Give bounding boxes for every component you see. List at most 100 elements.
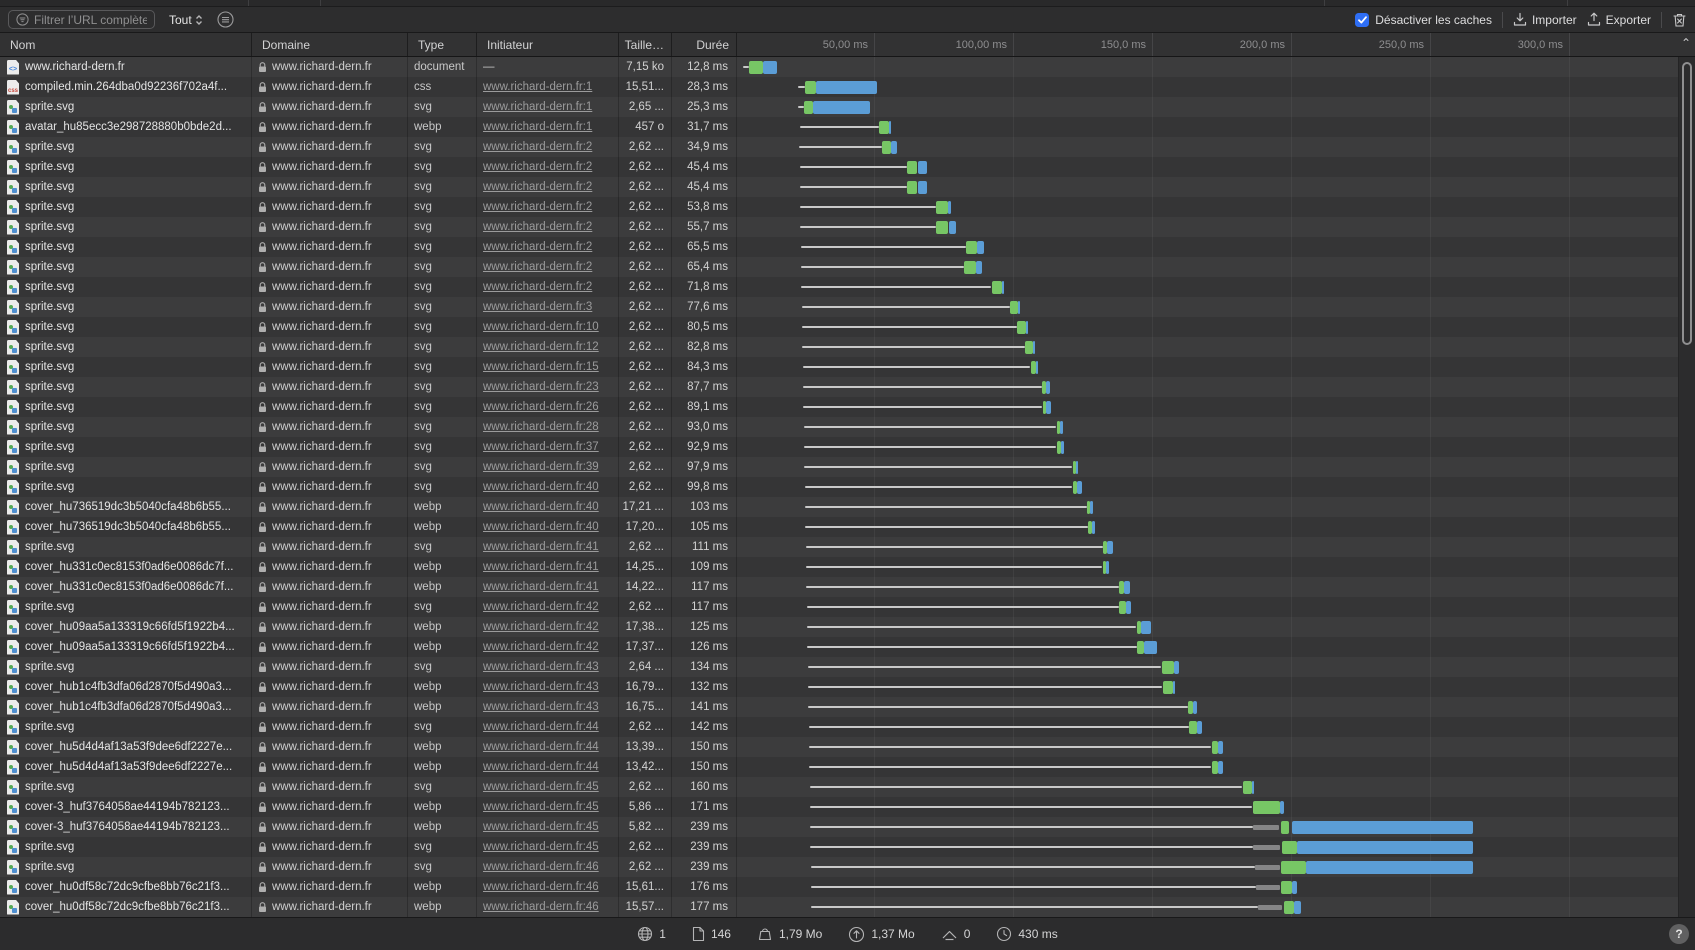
network-request-row[interactable]: sprite.svgwww.richard-dern.frsvgwww.rich… [0, 137, 1695, 157]
network-request-row[interactable]: sprite.svgwww.richard-dern.frsvgwww.rich… [0, 177, 1695, 197]
column-header-domain[interactable]: Domaine [252, 33, 408, 56]
network-request-row[interactable]: sprite.svgwww.richard-dern.frsvgwww.rich… [0, 397, 1695, 417]
initiator-link[interactable]: www.richard-dern.fr:2 [483, 141, 592, 153]
network-request-row[interactable]: sprite.svgwww.richard-dern.frsvgwww.rich… [0, 377, 1695, 397]
initiator-link[interactable]: www.richard-dern.fr:46 [483, 861, 599, 873]
network-request-row[interactable]: cover_hu331c0ec8153f0ad6e0086dc7f...www.… [0, 557, 1695, 577]
initiator-link[interactable]: www.richard-dern.fr:10 [483, 321, 599, 333]
initiator-link[interactable]: www.richard-dern.fr:2 [483, 181, 592, 193]
initiator-link[interactable]: www.richard-dern.fr:2 [483, 161, 592, 173]
initiator-link[interactable]: www.richard-dern.fr:41 [483, 561, 599, 573]
column-header-size[interactable]: Taille… [619, 33, 672, 56]
network-request-row[interactable]: cover_hu5d4d4af13a53f9dee6df2227e...www.… [0, 737, 1695, 757]
network-request-row[interactable]: cover_hu0df58c72dc9cfbe8bb76c21f3...www.… [0, 877, 1695, 897]
column-header-type[interactable]: Type [408, 33, 477, 56]
initiator-link[interactable]: www.richard-dern.fr:28 [483, 421, 599, 433]
initiator-link[interactable]: www.richard-dern.fr:2 [483, 281, 592, 293]
filter-options-button[interactable] [217, 11, 234, 28]
network-request-row[interactable]: sprite.svgwww.richard-dern.frsvgwww.rich… [0, 417, 1695, 437]
network-request-row[interactable]: sprite.svgwww.richard-dern.frsvgwww.rich… [0, 437, 1695, 457]
network-request-row[interactable]: sprite.svgwww.richard-dern.frsvgwww.rich… [0, 537, 1695, 557]
column-header-name[interactable]: Nom [0, 33, 252, 56]
network-request-row[interactable]: sprite.svgwww.richard-dern.frsvgwww.rich… [0, 357, 1695, 377]
initiator-link[interactable]: www.richard-dern.fr:45 [483, 841, 599, 853]
network-request-row[interactable]: sprite.svgwww.richard-dern.frsvgwww.rich… [0, 217, 1695, 237]
network-request-row[interactable]: sprite.svgwww.richard-dern.frsvgwww.rich… [0, 277, 1695, 297]
initiator-link[interactable]: www.richard-dern.fr:1 [483, 101, 592, 113]
network-request-row[interactable]: sprite.svgwww.richard-dern.frsvgwww.rich… [0, 477, 1695, 497]
initiator-link[interactable]: www.richard-dern.fr:15 [483, 361, 599, 373]
network-request-row[interactable]: cover_hu736519dc3b5040cfa48b6b55...www.r… [0, 517, 1695, 537]
initiator-link[interactable]: www.richard-dern.fr:3 [483, 301, 592, 313]
initiator-link[interactable]: www.richard-dern.fr:2 [483, 221, 592, 233]
network-request-row[interactable]: cover_hub1c4fb3dfa06d2870f5d490a3...www.… [0, 677, 1695, 697]
network-request-row[interactable]: cover_hub1c4fb3dfa06d2870f5d490a3...www.… [0, 697, 1695, 717]
resource-type-dropdown[interactable]: Tout [169, 13, 203, 27]
network-request-row[interactable]: cover_hu0df58c72dc9cfbe8bb76c21f3...www.… [0, 897, 1695, 917]
network-request-row[interactable]: sprite.svgwww.richard-dern.frsvgwww.rich… [0, 197, 1695, 217]
column-header-duration[interactable]: Durée [672, 33, 737, 56]
network-request-row[interactable]: sprite.svgwww.richard-dern.frsvgwww.rich… [0, 717, 1695, 737]
initiator-link[interactable]: www.richard-dern.fr:42 [483, 621, 599, 633]
scroll-up-icon[interactable]: ⌃ [1681, 36, 1691, 50]
network-request-row[interactable]: csscompiled.min.264dba0d92236f702a4f...w… [0, 77, 1695, 97]
initiator-link[interactable]: www.richard-dern.fr:1 [483, 81, 592, 93]
network-request-row[interactable]: cover-3_huf3764058ae44194b782123...www.r… [0, 797, 1695, 817]
disable-caches-label[interactable]: Désactiver les caches [1375, 13, 1492, 27]
network-request-row[interactable]: cover_hu5d4d4af13a53f9dee6df2227e...www.… [0, 757, 1695, 777]
initiator-link[interactable]: www.richard-dern.fr:2 [483, 261, 592, 273]
initiator-link[interactable]: www.richard-dern.fr:2 [483, 201, 592, 213]
initiator-link[interactable]: www.richard-dern.fr:43 [483, 701, 599, 713]
network-request-row[interactable]: sprite.svgwww.richard-dern.frsvgwww.rich… [0, 97, 1695, 117]
network-request-row[interactable]: sprite.svgwww.richard-dern.frsvgwww.rich… [0, 837, 1695, 857]
initiator-link[interactable]: www.richard-dern.fr:41 [483, 541, 599, 553]
initiator-link[interactable]: www.richard-dern.fr:43 [483, 681, 599, 693]
network-request-row[interactable]: cover_hu331c0ec8153f0ad6e0086dc7f...www.… [0, 577, 1695, 597]
network-request-row[interactable]: cover-3_huf3764058ae44194b782123...www.r… [0, 817, 1695, 837]
initiator-link[interactable]: www.richard-dern.fr:46 [483, 901, 599, 913]
column-header-initiator[interactable]: Initiateur [477, 33, 619, 56]
initiator-link[interactable]: www.richard-dern.fr:43 [483, 661, 599, 673]
initiator-link[interactable]: www.richard-dern.fr:42 [483, 641, 599, 653]
network-request-row[interactable]: sprite.svgwww.richard-dern.frsvgwww.rich… [0, 337, 1695, 357]
initiator-link[interactable]: www.richard-dern.fr:42 [483, 601, 599, 613]
initiator-link[interactable]: www.richard-dern.fr:44 [483, 741, 599, 753]
initiator-link[interactable]: www.richard-dern.fr:39 [483, 461, 599, 473]
initiator-link[interactable]: www.richard-dern.fr:44 [483, 721, 599, 733]
network-request-row[interactable]: sprite.svgwww.richard-dern.frsvgwww.rich… [0, 457, 1695, 477]
network-request-row[interactable]: cover_hu09aa5a133319c66fd5f1922b4...www.… [0, 617, 1695, 637]
initiator-link[interactable]: www.richard-dern.fr:12 [483, 341, 599, 353]
url-filter-input[interactable]: Filtrer l’URL complète [8, 10, 155, 29]
network-request-row[interactable]: sprite.svgwww.richard-dern.frsvgwww.rich… [0, 597, 1695, 617]
network-request-row[interactable]: avatar_hu85ecc3e298728880b0bde2d...www.r… [0, 117, 1695, 137]
initiator-link[interactable]: www.richard-dern.fr:45 [483, 781, 599, 793]
network-request-row[interactable]: sprite.svgwww.richard-dern.frsvgwww.rich… [0, 257, 1695, 277]
import-button[interactable]: Importer [1513, 12, 1577, 27]
initiator-link[interactable]: www.richard-dern.fr:45 [483, 801, 599, 813]
network-request-row[interactable]: sprite.svgwww.richard-dern.frsvgwww.rich… [0, 657, 1695, 677]
initiator-link[interactable]: www.richard-dern.fr:45 [483, 821, 599, 833]
initiator-link[interactable]: www.richard-dern.fr:1 [483, 121, 592, 133]
network-request-row[interactable]: cover_hu736519dc3b5040cfa48b6b55...www.r… [0, 497, 1695, 517]
initiator-link[interactable]: www.richard-dern.fr:40 [483, 501, 599, 513]
network-request-row[interactable]: sprite.svgwww.richard-dern.frsvgwww.rich… [0, 857, 1695, 877]
initiator-link[interactable]: www.richard-dern.fr:23 [483, 381, 599, 393]
export-button[interactable]: Exporter [1587, 12, 1651, 27]
disable-caches-checkbox[interactable] [1355, 13, 1369, 27]
initiator-link[interactable]: www.richard-dern.fr:37 [483, 441, 599, 453]
initiator-link[interactable]: www.richard-dern.fr:40 [483, 481, 599, 493]
initiator-link[interactable]: www.richard-dern.fr:26 [483, 401, 599, 413]
network-request-row[interactable]: sprite.svgwww.richard-dern.frsvgwww.rich… [0, 777, 1695, 797]
clear-network-items-button[interactable] [1672, 12, 1689, 28]
network-request-row[interactable]: sprite.svgwww.richard-dern.frsvgwww.rich… [0, 317, 1695, 337]
initiator-link[interactable]: www.richard-dern.fr:44 [483, 761, 599, 773]
initiator-link[interactable]: www.richard-dern.fr:40 [483, 521, 599, 533]
initiator-link[interactable]: www.richard-dern.fr:2 [483, 241, 592, 253]
initiator-link[interactable]: www.richard-dern.fr:46 [483, 881, 599, 893]
network-request-row[interactable]: sprite.svgwww.richard-dern.frsvgwww.rich… [0, 157, 1695, 177]
initiator-link[interactable]: www.richard-dern.fr:41 [483, 581, 599, 593]
network-request-row[interactable]: <>www.richard-dern.frwww.richard-dern.fr… [0, 57, 1695, 77]
network-request-row[interactable]: sprite.svgwww.richard-dern.frsvgwww.rich… [0, 237, 1695, 257]
help-button[interactable]: ? [1669, 924, 1689, 944]
network-request-row[interactable]: cover_hu09aa5a133319c66fd5f1922b4...www.… [0, 637, 1695, 657]
